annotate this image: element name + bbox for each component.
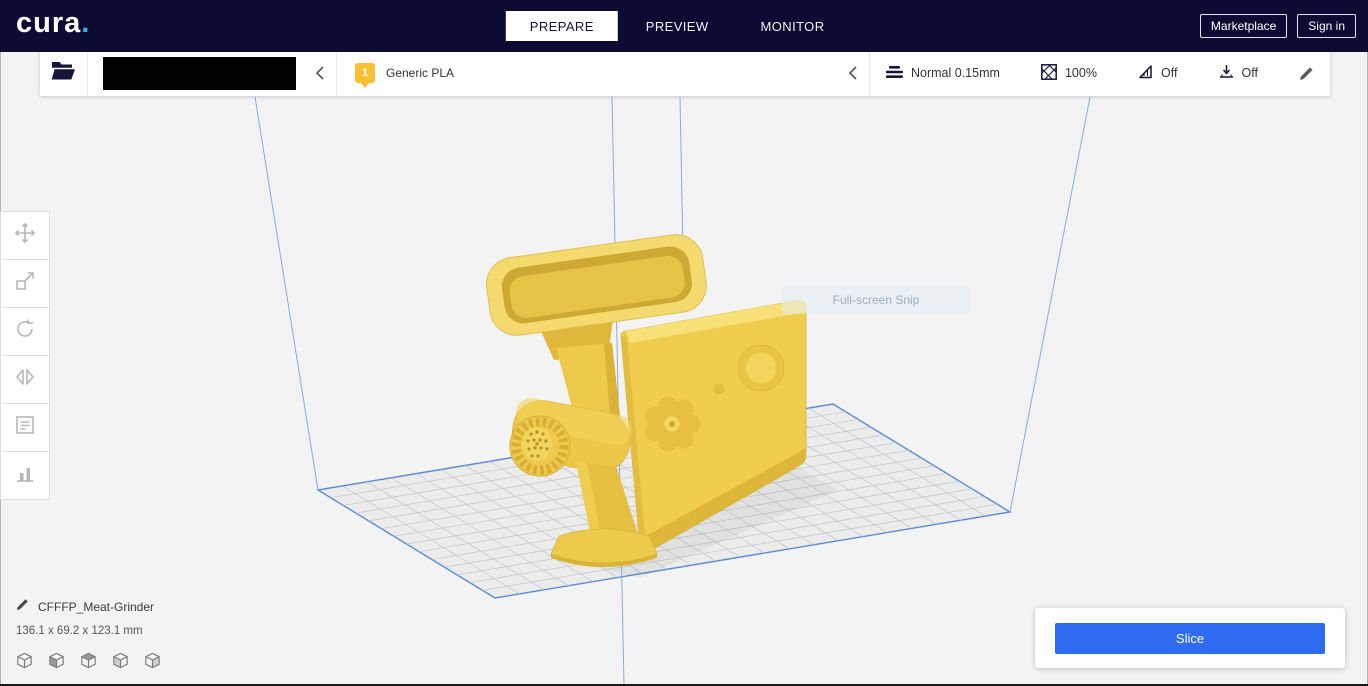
rotate-icon [14, 318, 36, 345]
print-settings-panel[interactable]: Normal 0.15mm 100% Off Off [870, 50, 1330, 96]
header-bar: cura. PREPARE PREVIEW MONITOR Marketplac… [0, 0, 1368, 52]
slice-button[interactable]: Slice [1055, 623, 1325, 654]
profile-value: Normal 0.15mm [911, 66, 1000, 80]
snip-watermark-text: Full-screen Snip [832, 293, 920, 307]
tab-prepare[interactable]: PREPARE [505, 11, 618, 41]
infill-setting: 100% [1041, 63, 1097, 83]
support-icon [1138, 64, 1153, 82]
stage-tabs: PREPARE PREVIEW MONITOR [505, 11, 849, 41]
per-model-settings-tool-button[interactable] [0, 403, 50, 452]
printer-name-redacted [103, 56, 296, 90]
support-value: Off [1161, 66, 1178, 80]
view-left-button[interactable] [110, 650, 130, 670]
tab-preview[interactable]: PREVIEW [622, 11, 733, 41]
edit-settings-pencil-icon[interactable] [1299, 66, 1314, 81]
model-info-panel: CFFFP_Meat-Grinder 136.1 x 69.2 x 123.1 … [16, 598, 162, 670]
printer-selector[interactable] [88, 50, 337, 96]
marketplace-button[interactable]: Marketplace [1199, 14, 1288, 38]
snip-watermark: Full-screen Snip [782, 286, 970, 314]
layers-icon [886, 64, 903, 83]
tab-monitor[interactable]: MONITOR [737, 11, 849, 41]
mirror-tool-button[interactable] [0, 355, 50, 404]
cura-logo: cura. [16, 7, 91, 39]
slice-panel: Slice [1035, 608, 1345, 668]
camera-view-presets [14, 650, 162, 670]
scale-icon [14, 270, 36, 297]
logo-dot: . [81, 7, 91, 39]
material-name: Generic PLA [386, 66, 455, 80]
infill-icon [1041, 63, 1057, 83]
infill-value: 100% [1064, 66, 1097, 80]
view-3d-button[interactable] [14, 650, 34, 670]
rename-pencil-icon[interactable] [16, 598, 29, 616]
rotate-tool-button[interactable] [0, 307, 50, 356]
view-front-button[interactable] [46, 650, 66, 670]
move-icon [14, 222, 36, 249]
folder-open-icon [51, 60, 76, 86]
material-selector[interactable]: 1 Generic PLA [337, 50, 870, 96]
extruder-number: 1 [361, 67, 369, 79]
sign-in-button[interactable]: Sign in [1297, 14, 1356, 38]
viewport-3d[interactable] [0, 0, 1368, 686]
support-blocker-icon [14, 462, 36, 489]
tool-sidebar [0, 211, 50, 500]
profile-setting: Normal 0.15mm [886, 64, 1000, 83]
per-model-settings-icon [14, 414, 36, 441]
view-right-button[interactable] [142, 650, 162, 670]
configuration-bar: 1 Generic PLA Normal 0.15mm 100% Off Off [40, 50, 1330, 96]
adhesion-setting: Off [1219, 64, 1258, 83]
support-setting: Off [1138, 64, 1177, 82]
adhesion-value: Off [1241, 66, 1258, 80]
adhesion-icon [1219, 64, 1234, 83]
move-tool-button[interactable] [0, 211, 50, 260]
open-file-button[interactable] [40, 50, 88, 96]
scale-tool-button[interactable] [0, 259, 50, 308]
support-blocker-tool-button[interactable] [0, 451, 50, 500]
view-top-button[interactable] [78, 650, 98, 670]
material-collapse-chevron-icon[interactable] [848, 65, 858, 81]
mirror-icon [14, 366, 36, 393]
header-actions: Marketplace Sign in [1199, 14, 1356, 38]
model-name: CFFFP_Meat-Grinder [38, 600, 155, 614]
extruder-1-icon: 1 [355, 63, 375, 88]
printer-collapse-chevron-icon[interactable] [315, 65, 325, 81]
model-dimensions: 136.1 x 69.2 x 123.1 mm [16, 625, 143, 637]
